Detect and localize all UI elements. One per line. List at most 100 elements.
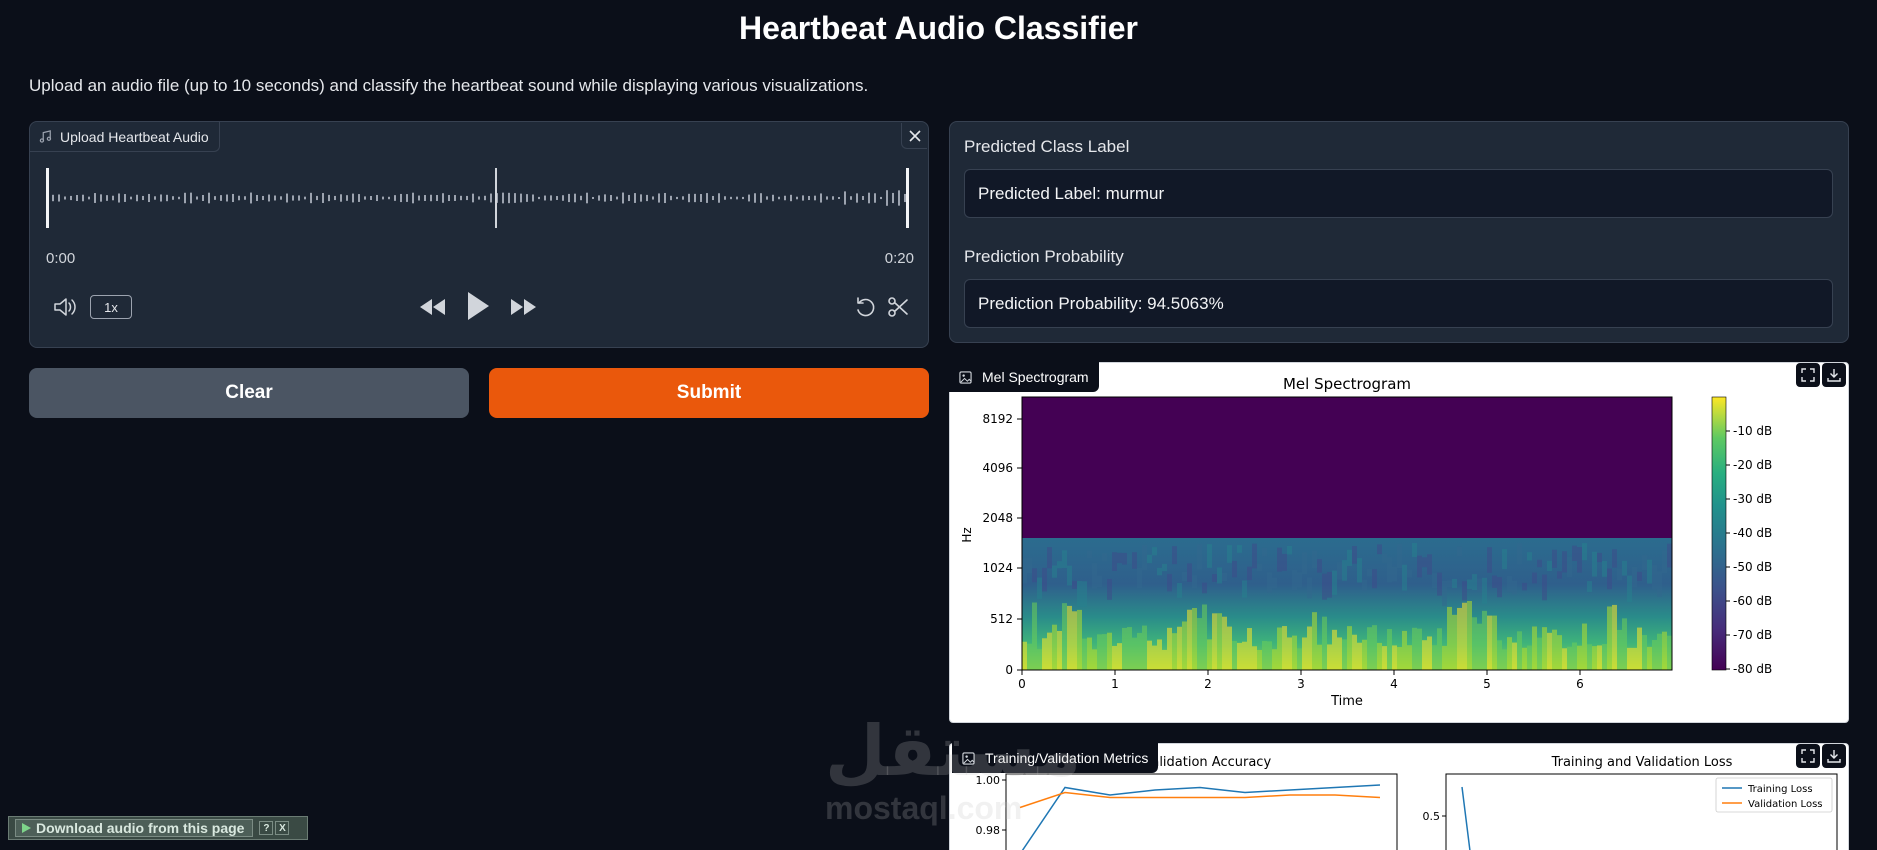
waveform-bar (280, 196, 282, 200)
clear-audio-button[interactable] (901, 123, 927, 149)
waveform-bar (460, 195, 462, 201)
waveform-bar (514, 193, 516, 203)
x-tick-label: 3 (1297, 677, 1305, 691)
waveform-bar (544, 195, 546, 201)
spectrogram-cell (1572, 642, 1577, 670)
page-title: Heartbeat Audio Classifier (739, 10, 1138, 46)
download-icon (1827, 369, 1841, 382)
waveform-bar (646, 194, 648, 202)
spectrogram-cell (1142, 625, 1147, 670)
spectrogram-cell (1377, 544, 1382, 555)
spectrogram-cell (1532, 626, 1537, 670)
waveform[interactable] (46, 168, 912, 228)
spectrogram-cell (1407, 645, 1412, 670)
spectrogram-cell (1342, 639, 1347, 670)
spectrogram-cell (1197, 618, 1202, 670)
spectrogram-cell (1302, 637, 1307, 670)
colorbar-tick-label: -40 dB (1733, 526, 1772, 540)
spectrogram-cell (1092, 649, 1097, 670)
download-help-button[interactable]: ? (259, 821, 274, 835)
waveform-playhead[interactable] (495, 168, 497, 228)
spectrogram-cell (1402, 630, 1407, 670)
spectrogram-cell (1582, 623, 1587, 670)
download-close-button[interactable]: X (275, 821, 290, 835)
waveform-bar (208, 192, 210, 204)
spectrogram-cell (1542, 627, 1547, 670)
waveform-start-handle[interactable] (46, 168, 49, 228)
metrics-label-tag: Training/Validation Metrics (952, 743, 1159, 773)
spectrogram-cell (1127, 554, 1132, 564)
x-tick-label: 6 (1576, 677, 1584, 691)
spectrogram-cell (1022, 558, 1027, 584)
spectrogram-cell (1597, 645, 1602, 670)
waveform-bar (94, 193, 96, 203)
spectrogram-cell (1247, 566, 1252, 581)
spectrogram-fullscreen-button[interactable] (1796, 363, 1820, 387)
fast-forward-button[interactable] (507, 294, 541, 320)
spectrogram-cell (1387, 629, 1392, 670)
spectrogram-cell (1212, 613, 1217, 670)
waveform-bar (658, 193, 660, 203)
spectrogram-cell (1307, 577, 1312, 599)
metrics-fullscreen-button[interactable] (1796, 744, 1820, 768)
spectrogram-cell (1407, 569, 1412, 578)
submit-button[interactable]: Submit (489, 368, 929, 418)
spectrogram-cell (1102, 553, 1107, 562)
waveform-bar (184, 192, 186, 204)
spectrogram-cell (1067, 605, 1072, 670)
spectrogram-cell (1327, 644, 1332, 670)
waveform-bar (850, 196, 852, 200)
play-button[interactable] (462, 288, 494, 324)
waveform-bar (832, 196, 834, 200)
spectrogram-cell (1107, 632, 1112, 670)
spectrogram-cell (1057, 561, 1062, 569)
spectrogram-cell (1562, 648, 1567, 670)
waveform-bar (856, 193, 858, 203)
metrics-download-button[interactable] (1822, 744, 1846, 768)
spectrogram-cell (1362, 639, 1367, 670)
spectrogram-cell (1512, 642, 1517, 670)
playback-speed-button[interactable]: 1x (90, 295, 132, 319)
spectrogram-cell (1132, 637, 1137, 670)
waveform-bar (826, 196, 828, 200)
waveform-bar (250, 192, 252, 204)
waveform-bar (664, 192, 666, 204)
image-icon (962, 751, 975, 765)
spectrogram-cell (1272, 577, 1277, 589)
spectrogram-cell (1292, 569, 1297, 591)
spectrogram-cell (1442, 580, 1447, 607)
spectrogram-cell (1152, 645, 1157, 670)
volume-button[interactable] (52, 294, 80, 320)
undo-icon (857, 297, 875, 317)
spectrogram-cell (1397, 646, 1402, 670)
spectrogram-cell (1542, 574, 1547, 601)
waveform-bar (754, 193, 756, 203)
spectrogram-cell (1287, 545, 1292, 555)
clear-button[interactable]: Clear (29, 368, 469, 418)
spectrogram-cell (1122, 627, 1127, 670)
spectrogram-cell (1582, 543, 1587, 561)
spectrogram-cell (1067, 565, 1072, 586)
x-tick-label: 4 (1390, 677, 1398, 691)
waveform-bar (568, 193, 570, 203)
spectrogram-cell (1332, 629, 1337, 670)
spectrogram-cell (1602, 560, 1607, 577)
spectrogram-cell (1062, 603, 1067, 670)
spectrogram-cell (1572, 545, 1577, 562)
waveform-bar (424, 195, 426, 201)
rewind-button[interactable] (415, 294, 449, 320)
spectrogram-cell (1122, 552, 1127, 565)
spectrogram-cell (1547, 560, 1552, 572)
waveform-bar (58, 194, 60, 202)
colorbar-tick-label: -30 dB (1733, 492, 1772, 506)
download-audio-button[interactable]: Download audio from this page (15, 819, 254, 837)
reset-button[interactable] (853, 294, 879, 320)
spectrogram-cell (1192, 575, 1197, 589)
waveform-bar (778, 196, 780, 200)
spectrogram-download-button[interactable] (1822, 363, 1846, 387)
spectrogram-cell (1222, 616, 1227, 670)
waveform-end-handle[interactable] (906, 168, 909, 228)
spectrogram-cell (1157, 639, 1162, 670)
colorbar (1711, 396, 1727, 671)
trim-button[interactable] (885, 294, 911, 320)
